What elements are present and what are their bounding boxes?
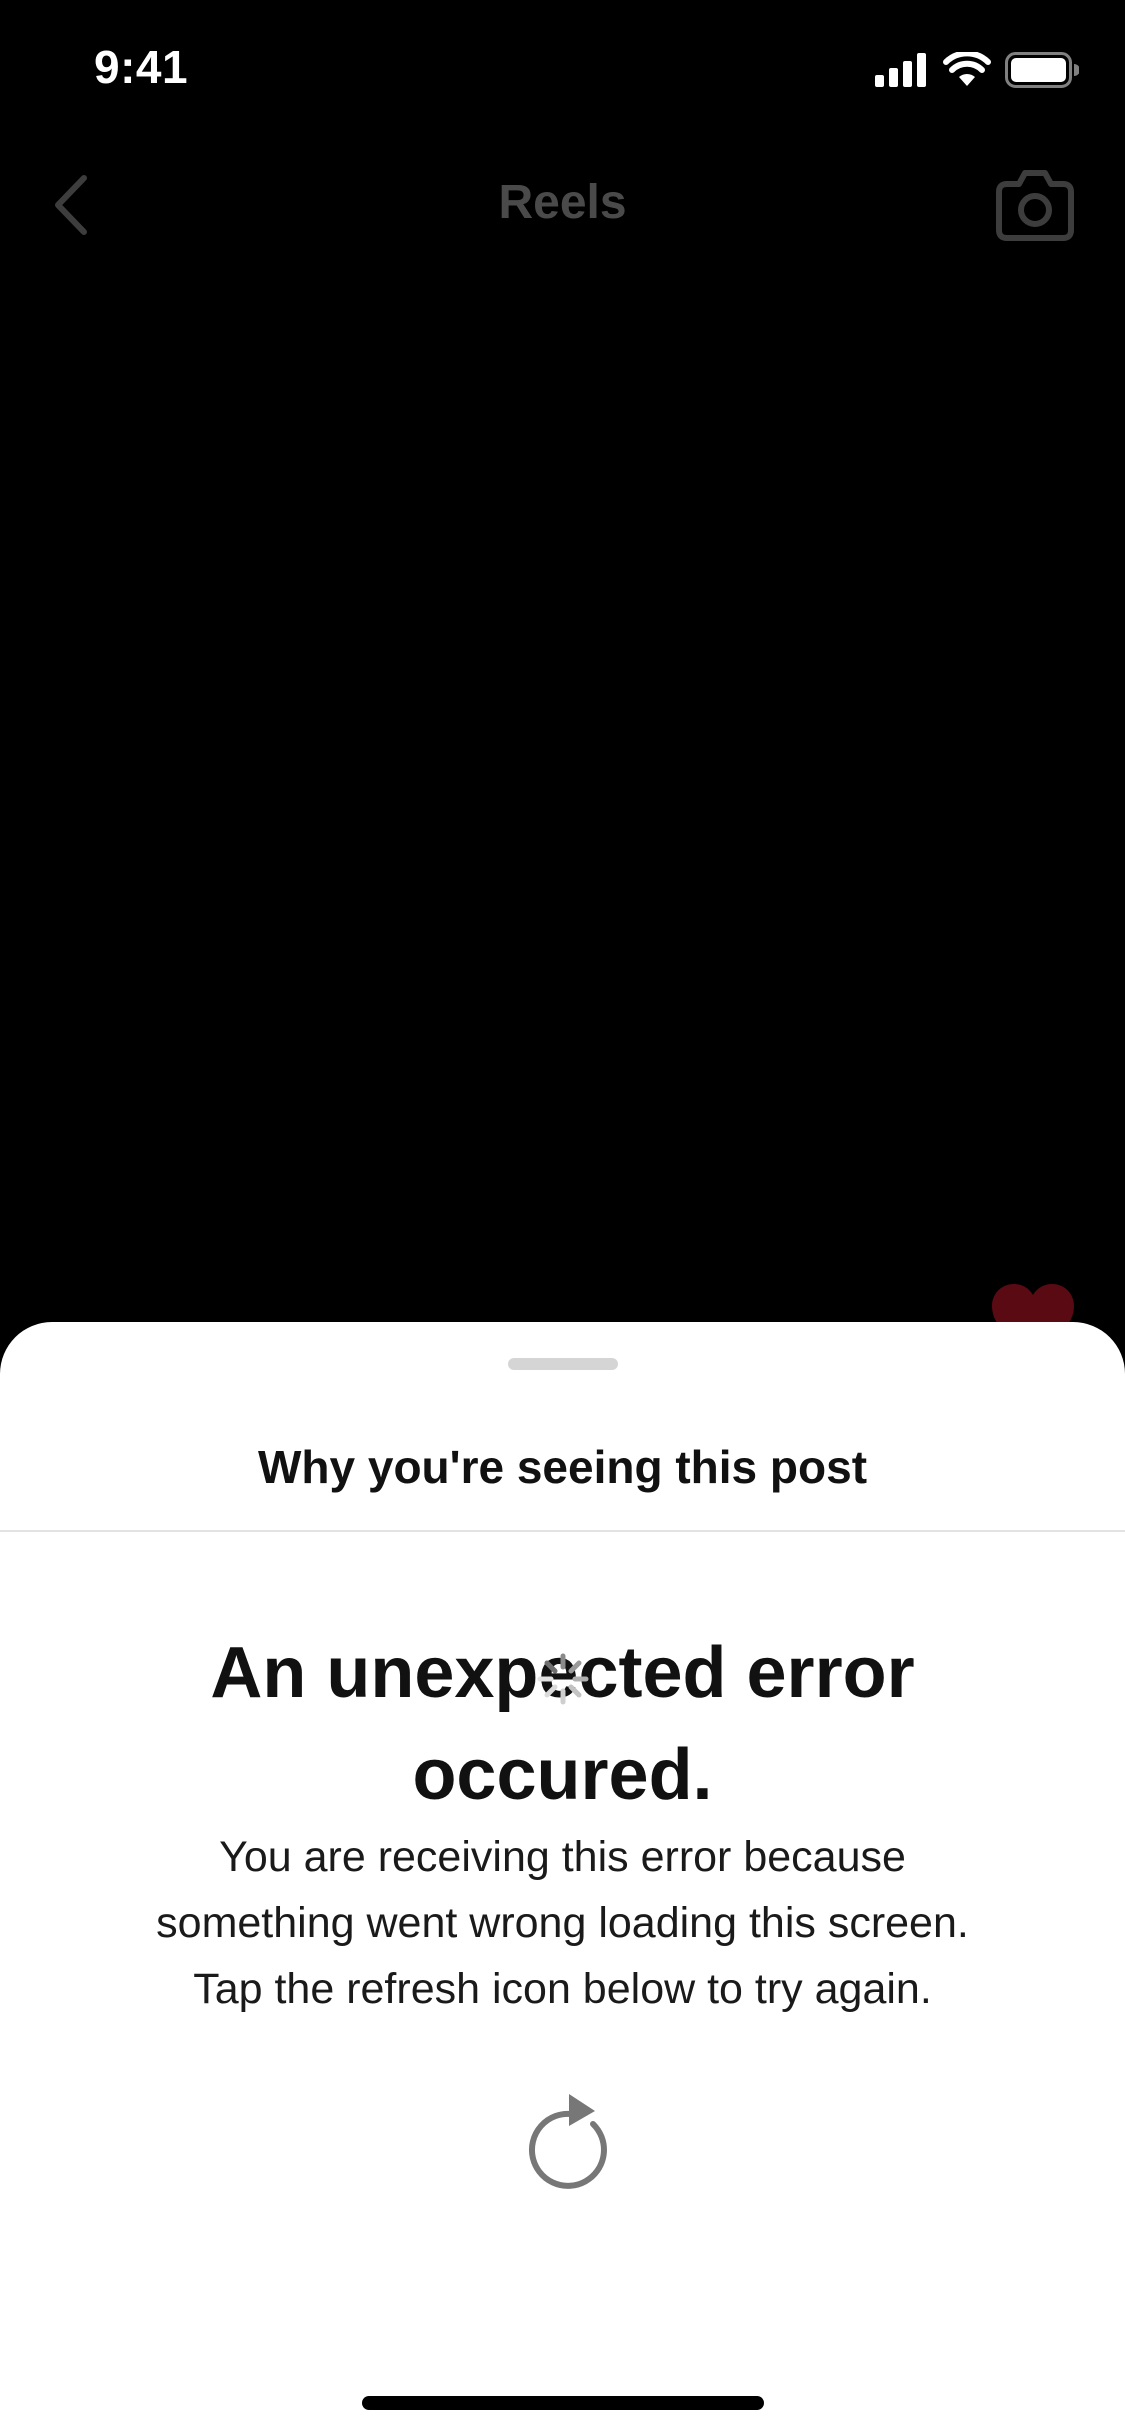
wifi-icon [943,52,991,86]
refresh-icon[interactable] [505,2080,620,2195]
status-bar: 9:41 [0,0,1125,132]
sheet-title: Why you're seeing this post [257,1441,868,1493]
divider [0,1530,1125,1532]
home-indicator [362,2396,764,2410]
error-body-line: Tap the refresh icon below to try again. [193,1965,932,2013]
cellular-signal-icon [875,53,926,87]
error-body: You are receiving this error because som… [80,1824,1045,2022]
camera-icon[interactable] [993,166,1077,242]
reels-screen: 9:41 Reels Why you're seeing this post A… [0,0,1125,2436]
loading-spinner-icon [537,1653,589,1705]
sheet-grabber[interactable] [508,1358,618,1370]
battery-icon [1005,52,1079,88]
status-icons [875,50,1079,90]
nav-bar: Reels [0,150,1125,260]
error-body-line: You are receiving this error because [219,1833,906,1881]
error-body-line: something went wrong loading this screen… [156,1899,969,1947]
status-time: 9:41 [94,41,189,93]
bottom-sheet: Why you're seeing this post An unexpecte… [0,1322,1125,2436]
page-title: Reels [498,176,627,229]
